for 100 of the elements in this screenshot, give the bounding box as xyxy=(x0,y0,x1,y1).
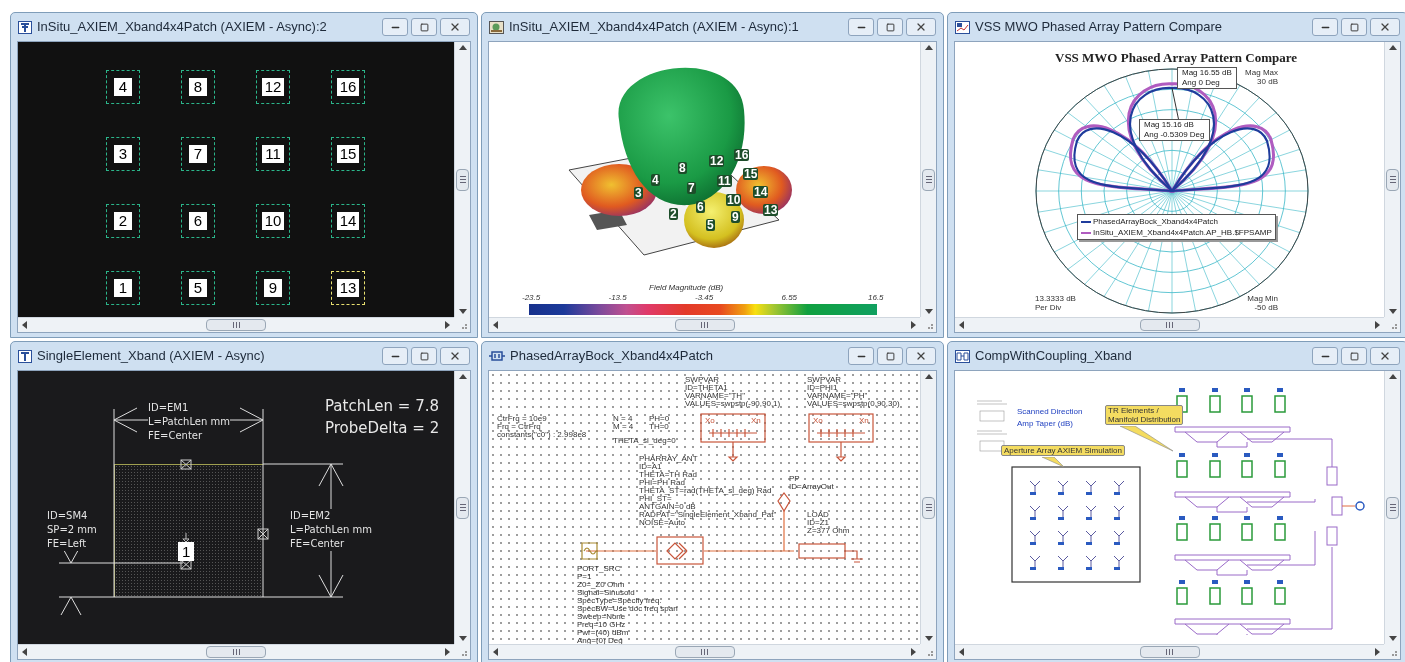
close-button[interactable] xyxy=(1370,347,1400,365)
patch-outline[interactable]: 10 xyxy=(256,204,290,238)
scrollbar-thumb[interactable] xyxy=(674,319,735,331)
patch-outline[interactable]: 6 xyxy=(181,204,215,238)
patch-outline[interactable]: 11 xyxy=(256,137,290,171)
port-number: 7 xyxy=(189,145,207,163)
scroll-down-icon[interactable] xyxy=(458,636,467,641)
legend-label: PhasedArrayBock_Xband4x4Patch xyxy=(1093,217,1218,226)
scroll-up-icon[interactable] xyxy=(1388,45,1397,50)
scroll-up-icon[interactable] xyxy=(458,45,467,50)
patch-outline[interactable]: 7 xyxy=(181,137,215,171)
patch-outline[interactable]: 2 xyxy=(106,204,140,238)
vertical-scrollbar[interactable] xyxy=(454,42,470,317)
scroll-left-icon[interactable] xyxy=(493,648,498,656)
legend-label: InSitu_AXIEM_Xband4x4Patch.AP_HB.$FPSAMP xyxy=(1093,228,1272,237)
window-title: PhasedArrayBock_Xband4x4Patch xyxy=(510,347,715,366)
port-number: 5 xyxy=(189,279,207,297)
horizontal-scrollbar[interactable] xyxy=(18,317,454,332)
element-number: 16 xyxy=(734,149,750,161)
patch-outline[interactable]: 14 xyxy=(331,204,365,238)
close-button[interactable] xyxy=(440,347,470,365)
patch-outline[interactable]: 13 xyxy=(331,271,365,305)
scrollbar-thumb[interactable] xyxy=(1139,319,1200,331)
scrollbar-thumb[interactable] xyxy=(1386,496,1399,519)
port-number: 10 xyxy=(261,212,285,230)
scroll-right-icon[interactable] xyxy=(1375,321,1380,329)
vertical-scrollbar[interactable] xyxy=(454,371,470,644)
colorbar-title: Field Magnitude (dB) xyxy=(649,282,724,294)
close-button[interactable] xyxy=(1370,18,1400,36)
element-number: 12 xyxy=(709,155,725,167)
vertical-scrollbar[interactable] xyxy=(920,42,936,317)
scroll-left-icon[interactable] xyxy=(959,321,964,329)
close-icon xyxy=(449,21,461,33)
patch-outline[interactable]: 8 xyxy=(181,70,215,104)
horizontal-scrollbar[interactable] xyxy=(489,644,920,659)
scroll-left-icon[interactable] xyxy=(493,321,498,329)
element-number: 9 xyxy=(731,211,740,223)
scrollbar-thumb[interactable] xyxy=(206,646,266,658)
window-title: SingleElement_Xband (AXIEM - Async) xyxy=(37,347,266,366)
port-number: 3 xyxy=(114,145,132,163)
scroll-up-icon[interactable] xyxy=(924,374,933,379)
element-number: 3 xyxy=(634,187,643,199)
patch-outline[interactable]: 16 xyxy=(331,70,365,104)
scroll-down-icon[interactable] xyxy=(458,309,467,314)
patch-outline[interactable]: 4 xyxy=(106,70,140,104)
maximize-icon xyxy=(419,351,429,361)
horizontal-scrollbar[interactable] xyxy=(955,644,1384,659)
scroll-right-icon[interactable] xyxy=(1375,648,1380,656)
scroll-up-icon[interactable] xyxy=(458,374,467,379)
layout-icon xyxy=(18,20,32,34)
scroll-right-icon[interactable] xyxy=(445,648,450,656)
vertical-scrollbar[interactable] xyxy=(920,371,936,644)
patch-outline[interactable]: 15 xyxy=(331,137,365,171)
parameter-text: PHARRAY_ANT ID=A1 THETA=TH Rad PHI=PH Rad THETA_ST=rad(THETA_sl_deg) Rad PHI_ST= ANTGAIN=0 dB RADPAT="SingleElement_Xband_Pat" NOISE=Auto xyxy=(639,455,777,527)
patch-outline[interactable]: 12 xyxy=(256,70,290,104)
scroll-up-icon[interactable] xyxy=(924,45,933,50)
patch-outline[interactable]: 9 xyxy=(256,271,290,305)
scrollbar-thumb[interactable] xyxy=(456,168,469,191)
scroll-down-icon[interactable] xyxy=(1388,636,1397,641)
scrollbar-thumb[interactable] xyxy=(1139,646,1200,658)
horizontal-scrollbar[interactable] xyxy=(18,644,454,659)
scrollbar-thumb[interactable] xyxy=(456,496,469,519)
patch-outline[interactable]: 3 xyxy=(106,137,140,171)
scrollbar-thumb[interactable] xyxy=(674,646,735,658)
parameter-text: SWPVAR ID=PHI1 VARNAME="PH" VALUES=swpstp(0,90,30) xyxy=(807,376,900,408)
port-number: 6 xyxy=(189,212,207,230)
scroll-left-icon[interactable] xyxy=(22,648,27,656)
horizontal-scrollbar[interactable] xyxy=(955,317,1384,332)
scroll-right-icon[interactable] xyxy=(445,321,450,329)
scrollbar-thumb[interactable] xyxy=(1386,168,1399,191)
patch-outline[interactable]: 5 xyxy=(181,271,215,305)
scrollbar-thumb[interactable] xyxy=(922,496,935,519)
patch-outline[interactable]: 1 xyxy=(106,271,140,305)
axis-note: Mag Max 30 dB xyxy=(1245,68,1278,86)
scroll-down-icon[interactable] xyxy=(924,636,933,641)
maximize-icon xyxy=(885,22,895,32)
scroll-left-icon[interactable] xyxy=(22,321,27,329)
vertical-scrollbar[interactable] xyxy=(1384,42,1400,317)
scroll-left-icon[interactable] xyxy=(959,648,964,656)
close-button[interactable] xyxy=(440,18,470,36)
close-button[interactable] xyxy=(906,18,936,36)
scroll-up-icon[interactable] xyxy=(1388,374,1397,379)
scrollbar-thumb[interactable] xyxy=(206,319,266,331)
scroll-right-icon[interactable] xyxy=(911,321,916,329)
scroll-right-icon[interactable] xyxy=(911,648,916,656)
parameter-text: PH=0 TH=0 xyxy=(649,415,670,431)
scrollbar-thumb[interactable] xyxy=(922,168,935,191)
close-icon xyxy=(449,350,461,362)
port-number: 11 xyxy=(262,145,284,163)
schematic-icon xyxy=(489,350,505,362)
port-number: 4 xyxy=(114,78,132,96)
parameter-text: SWPVAR ID=THETA1 VARNAME="TH" VALUES=swpstp(-90,90,1) xyxy=(685,376,781,408)
close-button[interactable] xyxy=(906,347,936,365)
horizontal-scrollbar[interactable] xyxy=(489,317,920,332)
port-number: 14 xyxy=(336,212,360,230)
scroll-down-icon[interactable] xyxy=(1388,309,1397,314)
scroll-down-icon[interactable] xyxy=(924,309,933,314)
dimension-label: ID=SM4 SP=2 mm FE=Left xyxy=(47,509,97,551)
vertical-scrollbar[interactable] xyxy=(1384,371,1400,644)
marker-label: Mag 15.16 dB Ang -0.5309 Deg xyxy=(1139,119,1210,141)
